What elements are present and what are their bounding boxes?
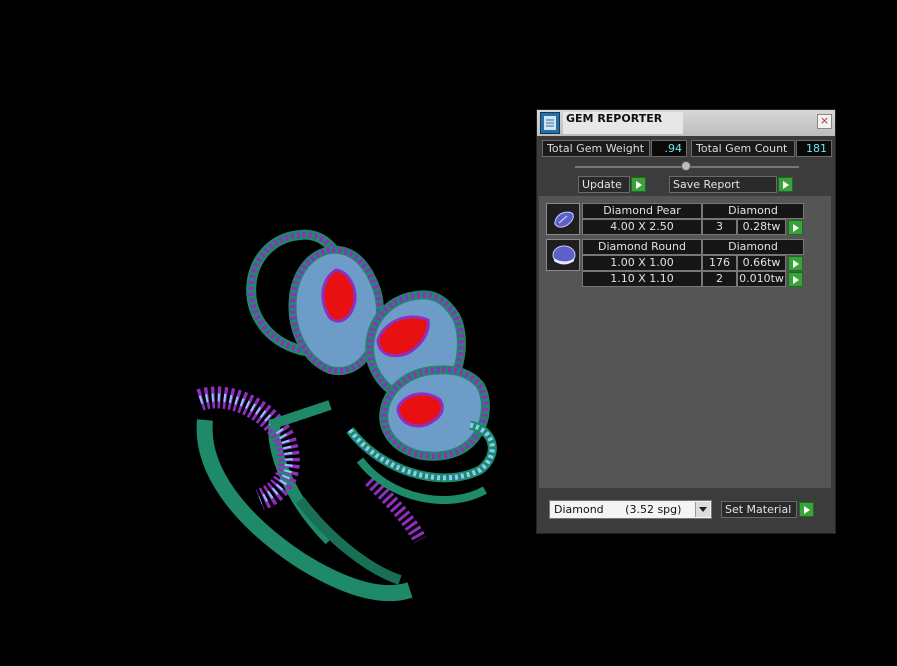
material-select[interactable]: Diamond (3.52 spg) — [549, 500, 712, 519]
select-gem-go-icon[interactable] — [788, 272, 803, 287]
chevron-down-icon[interactable] — [695, 502, 710, 517]
gem-count-cell: 3 — [702, 219, 737, 235]
total-gem-weight-value: .94 — [651, 140, 687, 157]
close-button[interactable]: × — [817, 114, 832, 129]
gem-type-cell: Diamond Pear — [582, 203, 702, 219]
select-gem-go-icon[interactable] — [788, 256, 803, 271]
gem-reporter-icon — [540, 112, 560, 134]
slider-handle[interactable] — [681, 161, 691, 171]
gem-count-cell: 176 — [702, 255, 737, 271]
title-bar[interactable]: GEM REPORTER × — [537, 110, 835, 136]
gem-type-cell: Diamond Round — [582, 239, 702, 255]
gem-size-cell: 1.10 X 1.10 — [582, 271, 702, 287]
gem-count-cell: 2 — [702, 271, 737, 287]
material-name: Diamond — [554, 503, 604, 516]
material-density: (3.52 spg) — [625, 503, 682, 516]
gem-material-cell: Diamond — [702, 203, 804, 219]
gem-list: Diamond Pear Diamond 4.00 X 2.50 3 0.28t… — [539, 196, 831, 488]
round-gem-icon — [546, 239, 580, 271]
update-button[interactable]: Update — [578, 176, 630, 193]
set-material-go-icon[interactable] — [799, 502, 814, 517]
update-go-icon[interactable] — [631, 177, 646, 192]
save-report-button[interactable]: Save Report — [669, 176, 777, 193]
select-gem-go-icon[interactable] — [788, 220, 803, 235]
gem-reporter-panel: GEM REPORTER × Total Gem Weight .94 Tota… — [536, 109, 836, 534]
panel-title: GEM REPORTER — [566, 112, 663, 125]
gem-weight-cell: 0.66tw — [737, 255, 786, 271]
total-gem-count-value: 181 — [796, 140, 832, 157]
gem-material-cell: Diamond — [702, 239, 804, 255]
total-gem-count-label: Total Gem Count — [691, 140, 795, 157]
gem-weight-cell: 0.010tw — [737, 271, 786, 287]
save-report-go-icon[interactable] — [778, 177, 793, 192]
set-material-button[interactable]: Set Material — [721, 501, 797, 518]
gem-size-cell: 1.00 X 1.00 — [582, 255, 702, 271]
gem-size-cell: 4.00 X 2.50 — [582, 219, 702, 235]
pear-gem-icon — [546, 203, 580, 235]
total-gem-weight-label: Total Gem Weight — [542, 140, 650, 157]
gem-weight-cell: 0.28tw — [737, 219, 786, 235]
